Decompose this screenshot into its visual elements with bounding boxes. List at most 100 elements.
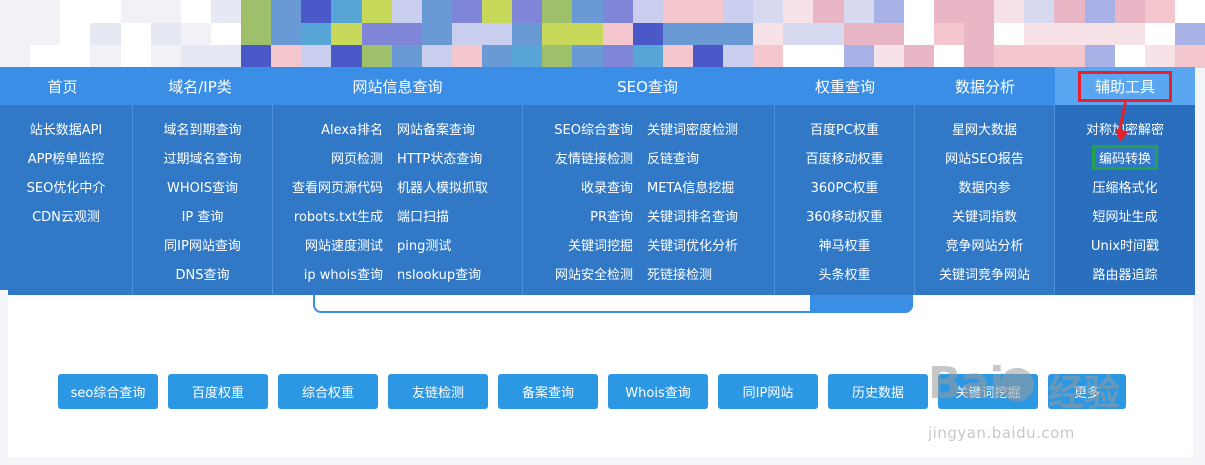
menu-link[interactable]: WHOIS查询 bbox=[167, 177, 238, 196]
nav-label: 域名/IP类 bbox=[168, 77, 232, 96]
menu-link[interactable]: 网站速度测试 bbox=[273, 235, 383, 254]
quick-btn-history[interactable]: 历史数据 bbox=[828, 374, 928, 409]
baidu-jingyan-watermark: Bai ● 经验 jingyan.baidu.com bbox=[928, 350, 1158, 450]
menu-link[interactable]: 百度移动权重 bbox=[805, 148, 883, 167]
menu-link-highlighted[interactable]: 编码转换 bbox=[1091, 145, 1158, 170]
menu-link[interactable]: PR查询 bbox=[523, 206, 633, 225]
menu-link[interactable]: ping测试 bbox=[397, 235, 451, 254]
menu-link[interactable]: robots.txt生成 bbox=[273, 206, 383, 225]
nav-site-info[interactable]: 网站信息查询 bbox=[275, 67, 520, 105]
menu-link[interactable]: 压缩格式化 bbox=[1092, 177, 1157, 196]
menu-link[interactable]: Alexa排名 bbox=[273, 119, 383, 138]
menu-link[interactable]: 同IP网站查询 bbox=[164, 235, 241, 254]
menu-link[interactable]: 关键词排名查询 bbox=[647, 206, 738, 225]
menu-link[interactable]: DNS查询 bbox=[176, 264, 230, 283]
menu-link[interactable]: 头条权重 bbox=[818, 264, 870, 283]
menu-link[interactable]: 站长数据API bbox=[30, 119, 103, 138]
banner-pixel bbox=[632, 45, 663, 68]
menu-link[interactable]: 友情链接检测 bbox=[523, 148, 633, 167]
menu-link[interactable]: SEO优化中介 bbox=[27, 177, 106, 196]
nav-weight[interactable]: 权重查询 bbox=[775, 67, 915, 105]
menu-link[interactable]: 网站备案查询 bbox=[397, 119, 475, 138]
nav-data-analysis[interactable]: 数据分析 bbox=[915, 67, 1055, 105]
banner-pixel bbox=[301, 0, 332, 23]
banner-pixel bbox=[512, 0, 543, 23]
banner-pixel bbox=[1174, 0, 1205, 23]
menu-link[interactable]: 查看网页源代码 bbox=[273, 177, 383, 196]
banner-pixel bbox=[1144, 0, 1175, 23]
banner-pixel bbox=[331, 22, 362, 46]
menu-link[interactable]: 路由器追踪 bbox=[1092, 264, 1157, 283]
menu-link[interactable]: 数据内参 bbox=[958, 177, 1010, 196]
banner-pixel bbox=[180, 22, 211, 46]
banner-pixel bbox=[90, 45, 121, 68]
menu-link[interactable]: 机器人模拟抓取 bbox=[397, 177, 488, 196]
quick-btn-whois[interactable]: Whois查询 bbox=[608, 374, 708, 409]
menu-link[interactable]: META信息挖掘 bbox=[647, 177, 734, 196]
banner-pixel bbox=[632, 22, 663, 46]
menu-link[interactable]: 关键词优化分析 bbox=[647, 235, 738, 254]
banner-pixel bbox=[753, 0, 784, 23]
menu-link[interactable]: HTTP状态查询 bbox=[397, 148, 482, 167]
menu-link[interactable]: 关键词竞争网站 bbox=[939, 264, 1030, 283]
quick-btn-icp[interactable]: 备案查询 bbox=[498, 374, 598, 409]
banner-pixel bbox=[723, 45, 754, 68]
menu-link[interactable]: 星网大数据 bbox=[952, 119, 1017, 138]
menu-link[interactable]: nslookup查询 bbox=[397, 264, 481, 283]
banner-pixel bbox=[753, 45, 784, 68]
nav-seo[interactable]: SEO查询 bbox=[520, 67, 775, 105]
menu-link[interactable]: 死链接检测 bbox=[647, 264, 712, 283]
menu-link[interactable]: SEO综合查询 bbox=[523, 119, 633, 138]
menu-link[interactable]: 百度PC权重 bbox=[810, 119, 879, 138]
menu-link[interactable]: 网站SEO报告 bbox=[945, 148, 1024, 167]
banner-pixel bbox=[662, 0, 693, 23]
banner-pixel bbox=[0, 0, 31, 23]
banner-pixel bbox=[391, 45, 422, 68]
menu-link[interactable]: 反链查询 bbox=[647, 148, 699, 167]
banner-pixel bbox=[30, 45, 61, 68]
menu-link[interactable]: 神马权重 bbox=[818, 235, 870, 254]
nav-domain-ip[interactable]: 域名/IP类 bbox=[125, 67, 275, 105]
banner-pixel bbox=[542, 22, 573, 46]
menu-link[interactable]: 过期域名查询 bbox=[163, 148, 241, 167]
menu-link[interactable]: CDN云观测 bbox=[32, 206, 100, 225]
banner-pixel bbox=[30, 22, 61, 46]
menu-link[interactable]: 端口扫描 bbox=[397, 206, 449, 225]
menu-link[interactable]: 360移动权重 bbox=[806, 206, 883, 225]
banner-pixel bbox=[572, 22, 603, 46]
nav-aux-tools[interactable]: 辅助工具 bbox=[1055, 67, 1195, 105]
menu-link[interactable]: 关键词指数 bbox=[952, 206, 1017, 225]
menu-link[interactable]: 关键词挖掘 bbox=[523, 235, 633, 254]
menu-link[interactable]: Unix时间戳 bbox=[1091, 235, 1159, 254]
menu-link[interactable]: APP榜单监控 bbox=[28, 148, 105, 167]
banner-pixel bbox=[1084, 45, 1115, 68]
quick-btn-same-ip[interactable]: 同IP网站 bbox=[718, 374, 818, 409]
menu-link[interactable]: 网页检测 bbox=[273, 148, 383, 167]
nav-home[interactable]: 首页 bbox=[0, 67, 125, 105]
banner-pixel bbox=[662, 45, 693, 68]
menu-link[interactable]: 360PC权重 bbox=[811, 177, 879, 196]
quick-btn-friend-link[interactable]: 友链检测 bbox=[388, 374, 488, 409]
banner-pixel bbox=[451, 0, 482, 23]
menu-link[interactable]: 域名到期查询 bbox=[163, 119, 241, 138]
banner-pixel bbox=[60, 45, 91, 68]
menu-link[interactable]: 收录查询 bbox=[523, 177, 633, 196]
menu-link[interactable]: ip whois查询 bbox=[273, 264, 383, 283]
banner-pixel bbox=[723, 22, 754, 46]
banner-pixel bbox=[120, 22, 151, 46]
banner-pixel bbox=[301, 22, 332, 46]
menu-link[interactable]: 短网址生成 bbox=[1092, 206, 1157, 225]
quick-btn-baidu-weight[interactable]: 百度权重 bbox=[168, 374, 268, 409]
menu-link[interactable]: 网站安全检测 bbox=[523, 264, 633, 283]
search-button[interactable] bbox=[810, 295, 913, 313]
nav-label: 网站信息查询 bbox=[352, 77, 443, 96]
quick-btn-seo[interactable]: seo综合查询 bbox=[58, 374, 158, 409]
menu-link[interactable]: 关键词密度检测 bbox=[647, 119, 738, 138]
menu-link[interactable]: 竞争网站分析 bbox=[945, 235, 1023, 254]
banner-pixel bbox=[813, 45, 844, 68]
quick-btn-overall-weight[interactable]: 综合权重 bbox=[278, 374, 378, 409]
menu-col-seo: SEO综合查询 关键词密度检测 友情链接检测 反链查询 收录查询 META信息挖掘 P… bbox=[523, 105, 775, 295]
banner-pixel bbox=[572, 0, 603, 23]
banner-pixel bbox=[783, 0, 814, 23]
menu-link[interactable]: IP 查询 bbox=[182, 206, 224, 225]
